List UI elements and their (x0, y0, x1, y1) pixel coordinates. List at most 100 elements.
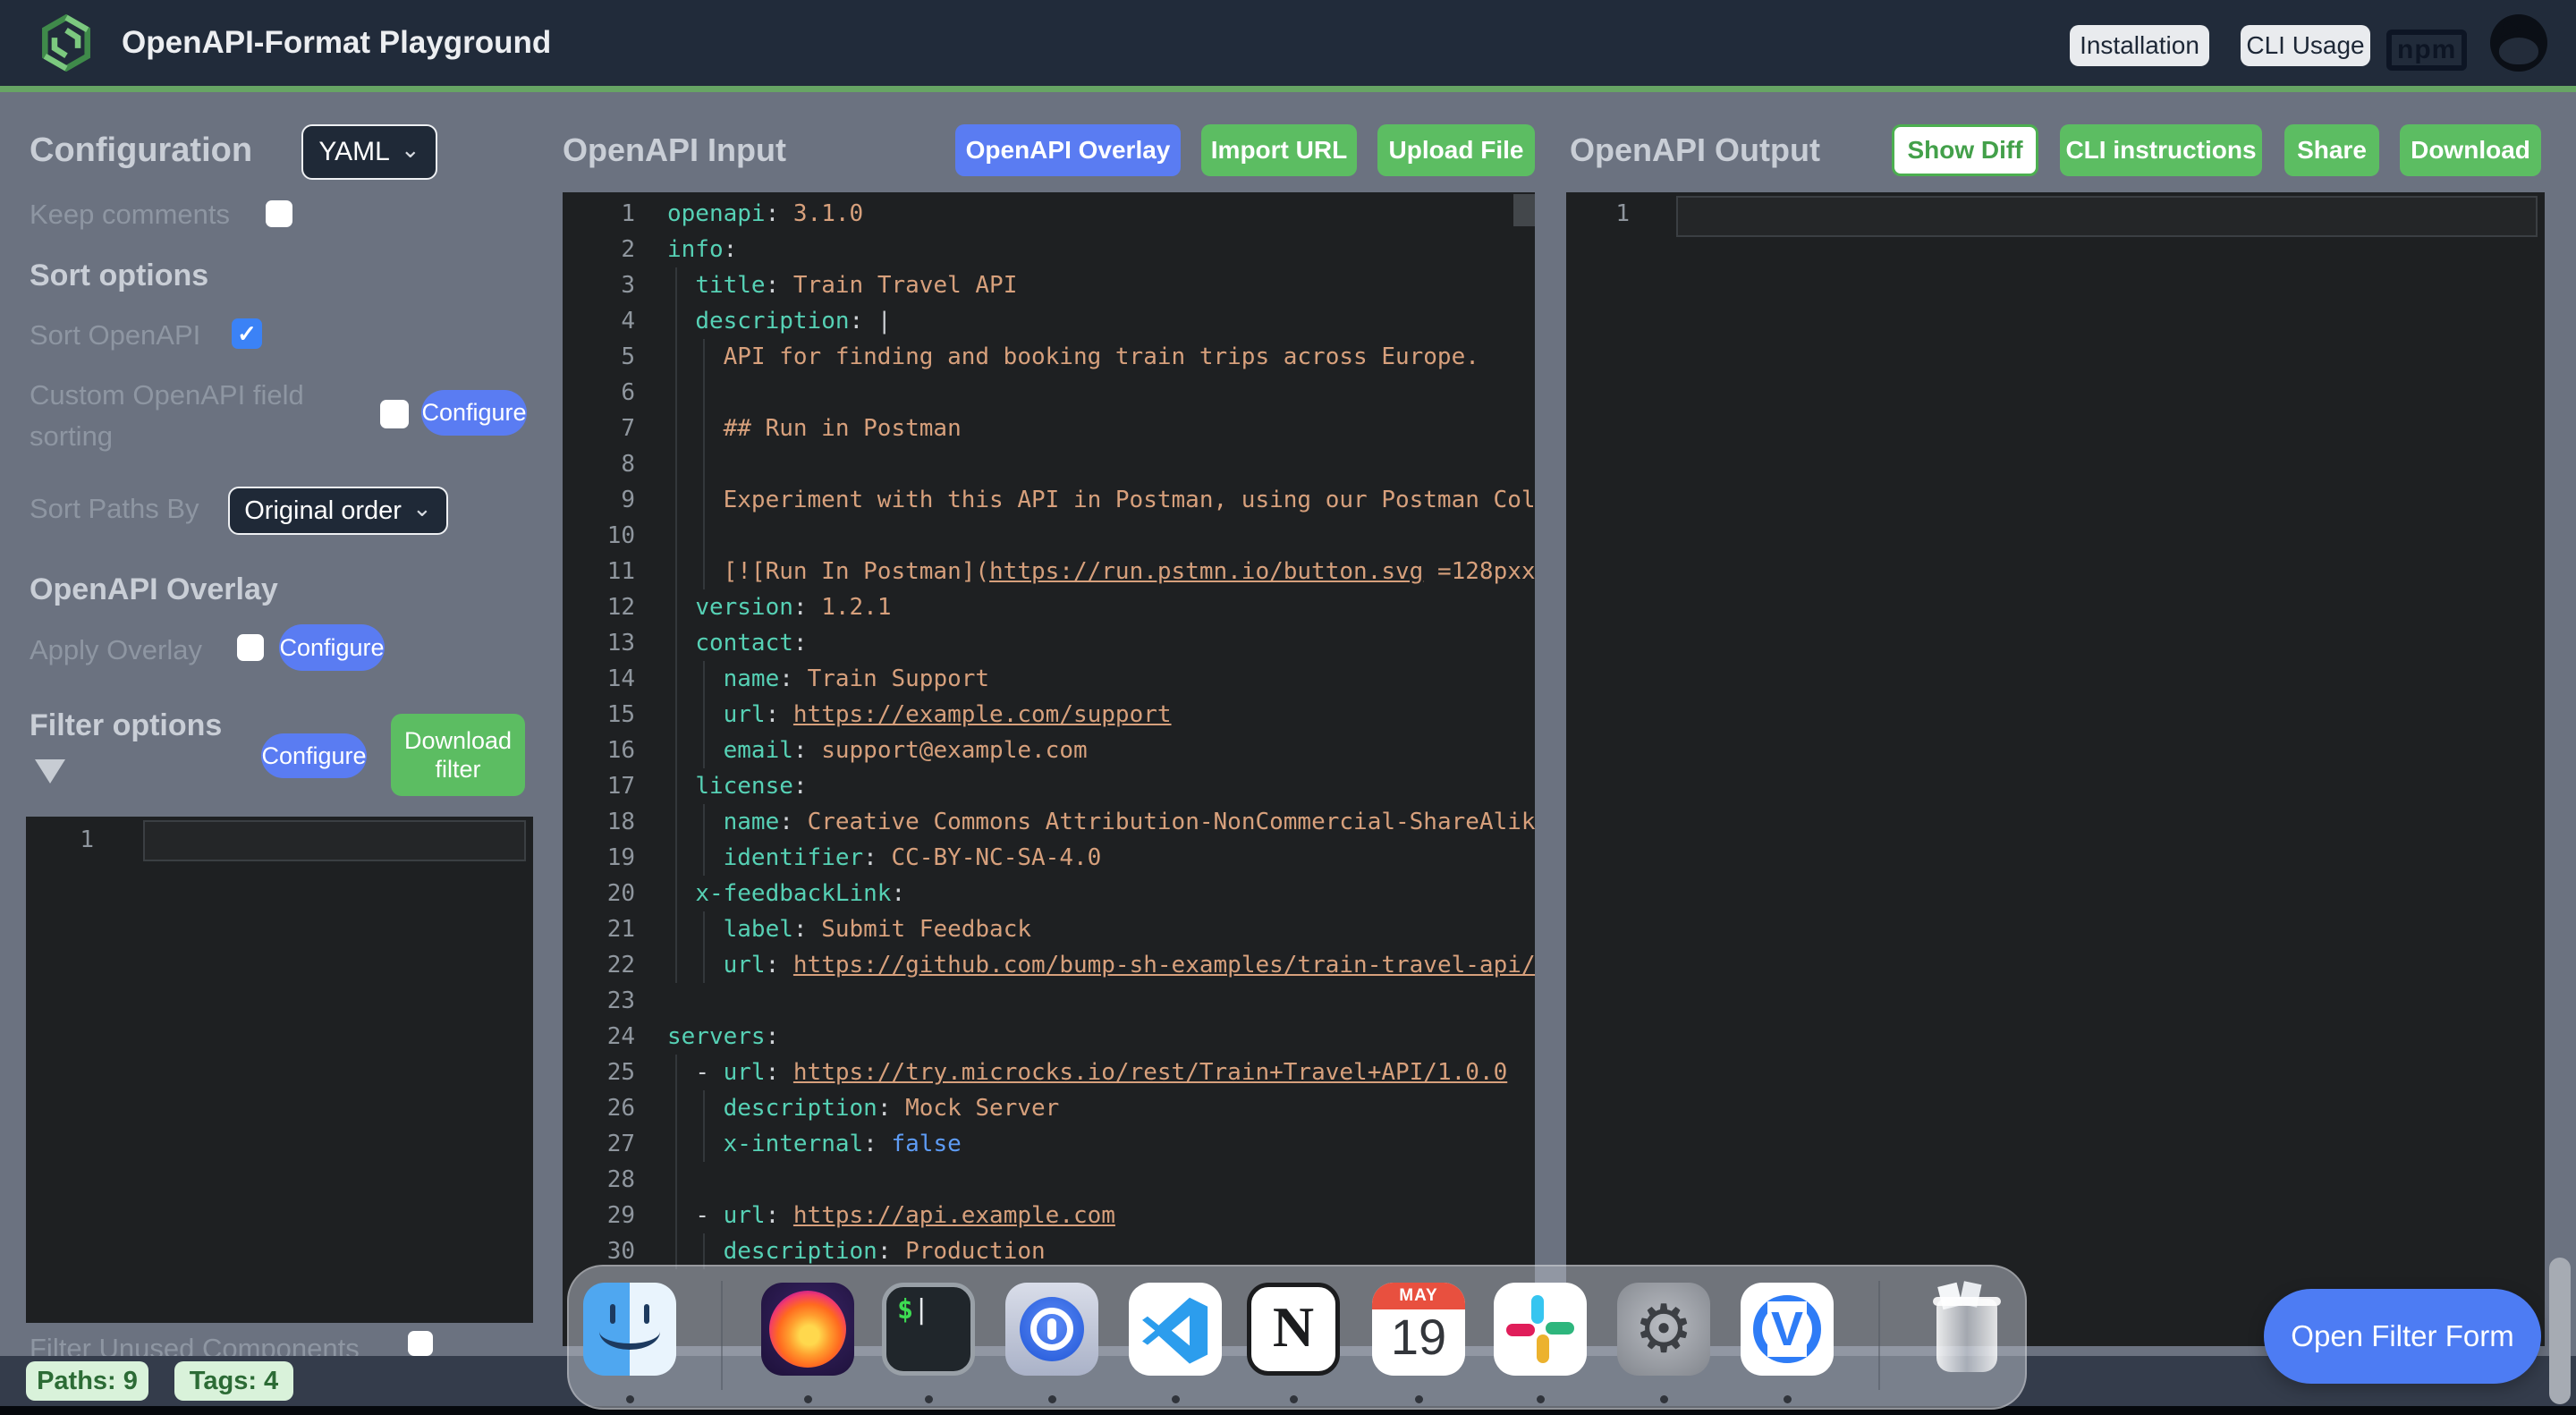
code-line[interactable]: 18 name: Creative Commons Attribution-No… (563, 804, 1535, 840)
terminal-icon[interactable]: $| (882, 1283, 975, 1376)
sort-options-heading: Sort options (30, 258, 208, 293)
input-editor[interactable]: 1openapi: 3.1.02info:3 title: Train Trav… (563, 192, 1535, 1346)
code-line[interactable]: 27 x-internal: false (563, 1126, 1535, 1162)
trash-icon[interactable] (1920, 1283, 2013, 1376)
filter-editor[interactable]: 1 (26, 817, 533, 1323)
code-line[interactable]: 3 title: Train Travel API (563, 267, 1535, 303)
show-diff-button[interactable]: Show Diff (1892, 124, 2038, 176)
code-line[interactable]: 8 (563, 446, 1535, 482)
code-text: x-feedbackLink: (667, 876, 1535, 911)
code-line[interactable]: 14 name: Train Support (563, 661, 1535, 697)
code-line[interactable]: 4 description: | (563, 303, 1535, 339)
cli-instructions-button[interactable]: CLI instructions (2060, 124, 2262, 176)
finder-smile (599, 1313, 660, 1350)
cli-usage-button[interactable]: CLI Usage (2241, 25, 2370, 66)
code-line[interactable]: 16 email: support@example.com (563, 733, 1535, 768)
code-line[interactable]: 7 ## Run in Postman (563, 411, 1535, 446)
code-line[interactable]: 23 (563, 983, 1535, 1019)
code-line[interactable]: 13 contact: (563, 625, 1535, 661)
code-line[interactable]: 25 - url: https://try.microcks.io/rest/T… (563, 1055, 1535, 1090)
line-number: 17 (563, 768, 667, 804)
page-scrollbar-thumb[interactable] (2549, 1258, 2571, 1404)
code-line[interactable]: 29 - url: https://api.example.com (563, 1198, 1535, 1233)
line-number: 29 (563, 1198, 667, 1233)
firefox-icon[interactable] (761, 1283, 854, 1376)
openapi-overlay-button[interactable]: OpenAPI Overlay (955, 124, 1181, 176)
finder-icon[interactable] (583, 1283, 676, 1376)
gear-icon: ⚙ (1634, 1296, 1693, 1362)
line-number: 12 (563, 589, 667, 625)
apply-overlay-checkbox[interactable] (237, 634, 264, 661)
code-text: license: (667, 768, 1535, 804)
code-line[interactable]: 19 identifier: CC-BY-NC-SA-4.0 (563, 840, 1535, 876)
code-text: [![Run In Postman](https://run.pstmn.io/… (667, 554, 1535, 589)
code-line[interactable]: 1openapi: 3.1.0 (563, 196, 1535, 232)
vscode-icon[interactable] (1129, 1283, 1222, 1376)
apply-overlay-configure-button[interactable]: Configure (279, 624, 385, 671)
npm-icon[interactable]: npm (2386, 30, 2467, 71)
download-button[interactable]: Download (2400, 124, 2541, 176)
format-select[interactable]: YAML ⌄ (301, 124, 437, 180)
filter-configure-button[interactable]: Configure (261, 733, 367, 778)
notion-letter: N (1251, 1294, 1335, 1360)
editor-scrollbar-thumb[interactable] (1513, 194, 1535, 226)
code-line[interactable]: 5 API for finding and booking train trip… (563, 339, 1535, 375)
line-number: 22 (563, 947, 667, 983)
code-line[interactable]: 11 [![Run In Postman](https://run.pstmn.… (563, 554, 1535, 589)
upload-file-button[interactable]: Upload File (1377, 124, 1535, 176)
code-text: description: Mock Server (667, 1090, 1535, 1126)
dock-running-dot (1537, 1395, 1545, 1403)
slack-bar (1537, 1335, 1549, 1363)
code-text: servers: (667, 1019, 1535, 1055)
code-line[interactable]: 17 license: (563, 768, 1535, 804)
code-line[interactable]: 24servers: (563, 1019, 1535, 1055)
mimestream-icon[interactable]: V (1741, 1283, 1834, 1376)
code-line[interactable]: 12 version: 1.2.1 (563, 589, 1535, 625)
line-number: 28 (563, 1162, 667, 1198)
line-number: 1 (1566, 196, 1676, 232)
keep-comments-checkbox[interactable] (266, 200, 292, 227)
code-line[interactable]: 26 description: Mock Server (563, 1090, 1535, 1126)
dock-running-dot (804, 1395, 812, 1403)
code-line[interactable]: 1 (1566, 196, 2545, 232)
code-line[interactable]: 1 (26, 822, 533, 858)
sort-paths-select-value: Original order (244, 496, 402, 526)
line-number: 18 (563, 804, 667, 840)
line-number: 6 (563, 375, 667, 411)
open-filter-form-button[interactable]: Open Filter Form (2264, 1289, 2541, 1384)
code-line[interactable]: 21 label: Submit Feedback (563, 911, 1535, 947)
code-line[interactable]: 6 (563, 375, 1535, 411)
code-line[interactable]: 10 (563, 518, 1535, 554)
code-line[interactable]: 2info: (563, 232, 1535, 267)
calendar-icon[interactable]: MAY 19 (1372, 1283, 1465, 1376)
code-text: info: (667, 232, 1535, 267)
import-url-button[interactable]: Import URL (1201, 124, 1357, 176)
output-editor[interactable]: 1 (1566, 192, 2545, 1346)
code-line[interactable]: 9 Experiment with this API in Postman, u… (563, 482, 1535, 518)
dock-running-dot (1172, 1395, 1180, 1403)
code-line[interactable]: 20 x-feedbackLink: (563, 876, 1535, 911)
installation-button[interactable]: Installation (2070, 25, 2209, 66)
vscode-logo (1138, 1290, 1213, 1368)
code-text: name: Train Support (667, 661, 1535, 697)
code-line[interactable]: 28 (563, 1162, 1535, 1198)
chevron-down-icon: ⌄ (412, 495, 432, 522)
slack-icon[interactable] (1494, 1283, 1587, 1376)
sort-openapi-checkbox[interactable]: ✓ (232, 318, 262, 349)
code-line[interactable]: 15 url: https://example.com/support (563, 697, 1535, 733)
1password-icon[interactable] (1005, 1283, 1098, 1376)
share-button[interactable]: Share (2284, 124, 2379, 176)
custom-sorting-configure-button[interactable]: Configure (421, 390, 527, 436)
dock-divider (721, 1281, 723, 1390)
filter-unused-checkbox[interactable] (408, 1331, 433, 1356)
github-icon[interactable] (2490, 14, 2547, 72)
notion-icon[interactable]: N (1247, 1283, 1340, 1376)
code-line[interactable]: 30 description: Production (563, 1233, 1535, 1269)
collapse-triangle-icon[interactable] (35, 759, 65, 784)
sort-openapi-label: Sort OpenAPI (30, 319, 200, 352)
sort-paths-select[interactable]: Original order ⌄ (228, 487, 448, 535)
system-settings-icon[interactable]: ⚙ (1617, 1283, 1710, 1376)
custom-sorting-checkbox[interactable] (380, 400, 409, 428)
code-line[interactable]: 22 url: https://github.com/bump-sh-examp… (563, 947, 1535, 983)
download-filter-button[interactable]: Download filter (391, 714, 525, 796)
